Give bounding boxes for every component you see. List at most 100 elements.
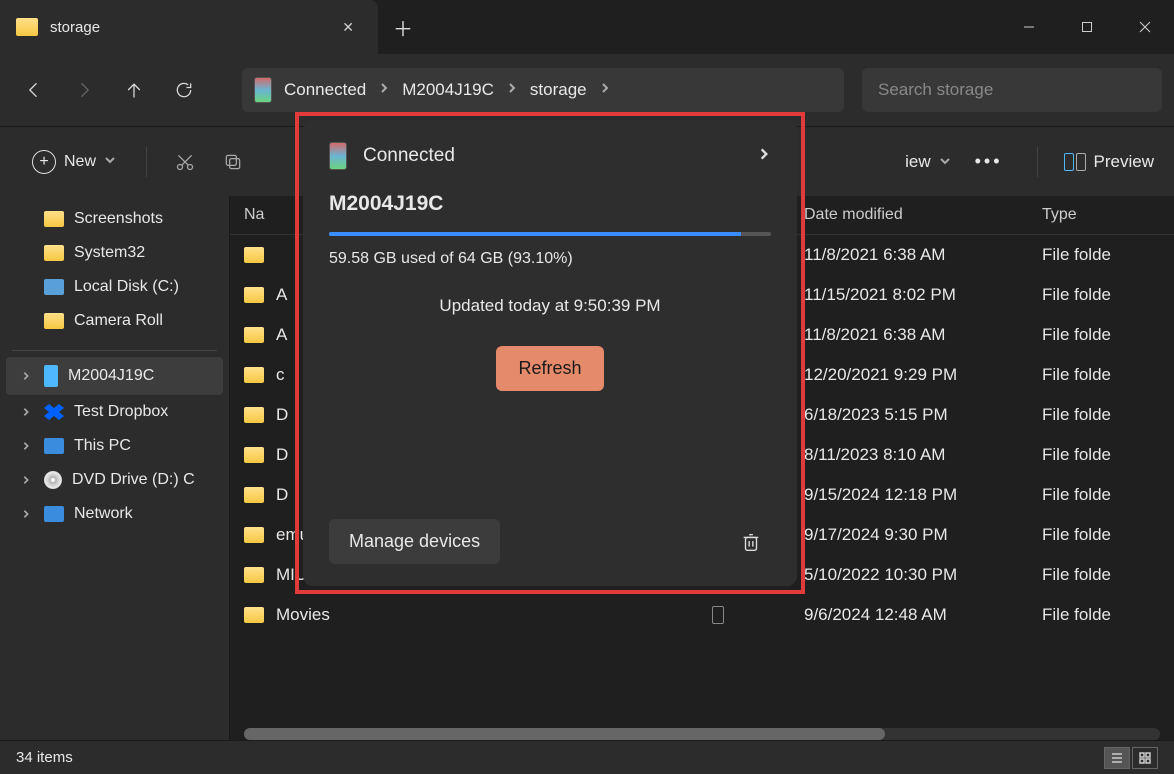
copy-button[interactable] xyxy=(213,142,253,182)
new-label: New xyxy=(64,153,96,171)
maximize-button[interactable] xyxy=(1058,0,1116,54)
sidebar-item-label: M2004J19C xyxy=(68,367,154,385)
chevron-right-icon xyxy=(599,81,611,99)
device-icon xyxy=(254,77,272,103)
chevron-down-icon xyxy=(104,153,116,171)
preview-toggle[interactable]: Preview xyxy=(1064,152,1154,172)
sidebar-item-label: This PC xyxy=(74,437,131,455)
plus-icon: + xyxy=(32,150,56,174)
sidebar[interactable]: Screenshots System32Local Disk (C:)Camera… xyxy=(0,196,230,740)
sidebar-item[interactable]: M2004J19C xyxy=(6,357,223,395)
chevron-right-icon[interactable] xyxy=(18,441,34,451)
separator xyxy=(146,147,147,177)
view-menu[interactable]: iew xyxy=(905,152,951,172)
file-name: Movies xyxy=(276,605,330,625)
sidebar-item-label: Screenshots xyxy=(74,210,163,228)
breadcrumb[interactable]: Connected M2004J19C storage xyxy=(242,68,844,112)
tab-storage[interactable]: storage ✕ xyxy=(0,0,378,54)
sidebar-item[interactable]: System32 xyxy=(0,236,229,270)
sidebar-item[interactable]: Test Dropbox xyxy=(0,395,229,429)
up-button[interactable] xyxy=(112,68,156,112)
phone-icon xyxy=(44,365,58,387)
chevron-right-icon[interactable] xyxy=(18,371,34,381)
sidebar-item[interactable]: Screenshots xyxy=(0,202,229,236)
file-type: File folde xyxy=(1042,525,1160,545)
title-bar: storage ✕ ＋ xyxy=(0,0,1174,54)
chevron-down-icon xyxy=(939,152,951,172)
crumb-connected[interactable]: Connected xyxy=(278,76,372,104)
chevron-right-icon[interactable] xyxy=(18,475,34,485)
close-window-button[interactable] xyxy=(1116,0,1174,54)
phone-icon xyxy=(712,606,724,624)
separator xyxy=(1037,147,1038,177)
folder-icon xyxy=(16,18,38,36)
status-bar: 34 items xyxy=(0,740,1174,774)
divider xyxy=(12,350,217,351)
minimize-button[interactable] xyxy=(1000,0,1058,54)
file-date: 12/20/2021 9:29 PM xyxy=(804,365,1042,385)
file-type: File folde xyxy=(1042,245,1160,265)
search-box[interactable] xyxy=(862,68,1162,112)
folder-icon xyxy=(244,287,264,303)
chevron-right-icon[interactable] xyxy=(18,509,34,519)
chevron-right-icon xyxy=(378,81,390,99)
details-view-button[interactable] xyxy=(1104,747,1130,769)
folder-icon xyxy=(244,367,264,383)
file-row[interactable]: Movies9/6/2024 12:48 AMFile folde xyxy=(230,595,1174,635)
preview-label: Preview xyxy=(1094,152,1154,172)
horizontal-scrollbar[interactable] xyxy=(244,728,1160,740)
back-button[interactable] xyxy=(12,68,56,112)
device-icon xyxy=(329,142,347,170)
pc-icon xyxy=(44,438,64,454)
remove-device-button[interactable] xyxy=(731,522,771,562)
file-date: 6/18/2023 5:15 PM xyxy=(804,405,1042,425)
sidebar-item[interactable]: DVD Drive (D:) C xyxy=(0,463,229,497)
disk-icon xyxy=(44,279,64,295)
file-date: 8/11/2023 8:10 AM xyxy=(804,445,1042,465)
search-input[interactable] xyxy=(878,80,1146,100)
grid-view-button[interactable] xyxy=(1132,747,1158,769)
folder-icon xyxy=(44,313,64,329)
file-name: c xyxy=(276,365,285,385)
more-button[interactable]: ••• xyxy=(967,151,1011,172)
sidebar-item[interactable]: This PC xyxy=(0,429,229,463)
header-type[interactable]: Type xyxy=(1042,206,1160,224)
manage-devices-button[interactable]: Manage devices xyxy=(329,519,500,564)
header-date[interactable]: Date modified xyxy=(804,206,1042,224)
device-popover-highlight: Connected M2004J19C 59.58 GB used of 64 … xyxy=(295,112,805,594)
window-controls xyxy=(1000,0,1174,54)
storage-bar-fill xyxy=(329,232,741,236)
chevron-right-icon xyxy=(506,81,518,99)
file-type: File folde xyxy=(1042,485,1160,505)
chevron-right-icon[interactable] xyxy=(757,147,771,166)
sidebar-item-label: DVD Drive (D:) C xyxy=(72,471,195,489)
dropbox-icon xyxy=(44,404,64,420)
chevron-right-icon[interactable] xyxy=(18,407,34,417)
crumb-device[interactable]: M2004J19C xyxy=(396,76,500,104)
sidebar-item[interactable]: Network xyxy=(0,497,229,531)
file-type: File folde xyxy=(1042,405,1160,425)
folder-icon xyxy=(44,211,64,227)
new-tab-button[interactable]: ＋ xyxy=(378,0,428,54)
popover-header[interactable]: Connected xyxy=(329,142,771,170)
scrollbar-thumb[interactable] xyxy=(244,728,885,740)
sidebar-item[interactable]: Local Disk (C:) xyxy=(0,270,229,304)
last-updated-text: Updated today at 9:50:39 PM xyxy=(329,296,771,316)
file-name: A xyxy=(276,325,287,345)
crumb-storage[interactable]: storage xyxy=(524,76,593,104)
forward-button[interactable] xyxy=(62,68,106,112)
sidebar-item[interactable]: Camera Roll xyxy=(0,304,229,338)
new-button[interactable]: + New xyxy=(20,144,128,180)
storage-bar xyxy=(329,232,771,236)
file-type: File folde xyxy=(1042,445,1160,465)
item-count: 34 items xyxy=(16,749,73,766)
file-type: File folde xyxy=(1042,365,1160,385)
folder-icon xyxy=(244,407,264,423)
cut-button[interactable] xyxy=(165,142,205,182)
refresh-button[interactable] xyxy=(162,68,206,112)
refresh-device-button[interactable]: Refresh xyxy=(496,346,603,391)
close-tab-button[interactable]: ✕ xyxy=(334,15,362,40)
file-name: A xyxy=(276,285,287,305)
file-date: 5/10/2022 10:30 PM xyxy=(804,565,1042,585)
popover-device-name: M2004J19C xyxy=(329,192,771,216)
